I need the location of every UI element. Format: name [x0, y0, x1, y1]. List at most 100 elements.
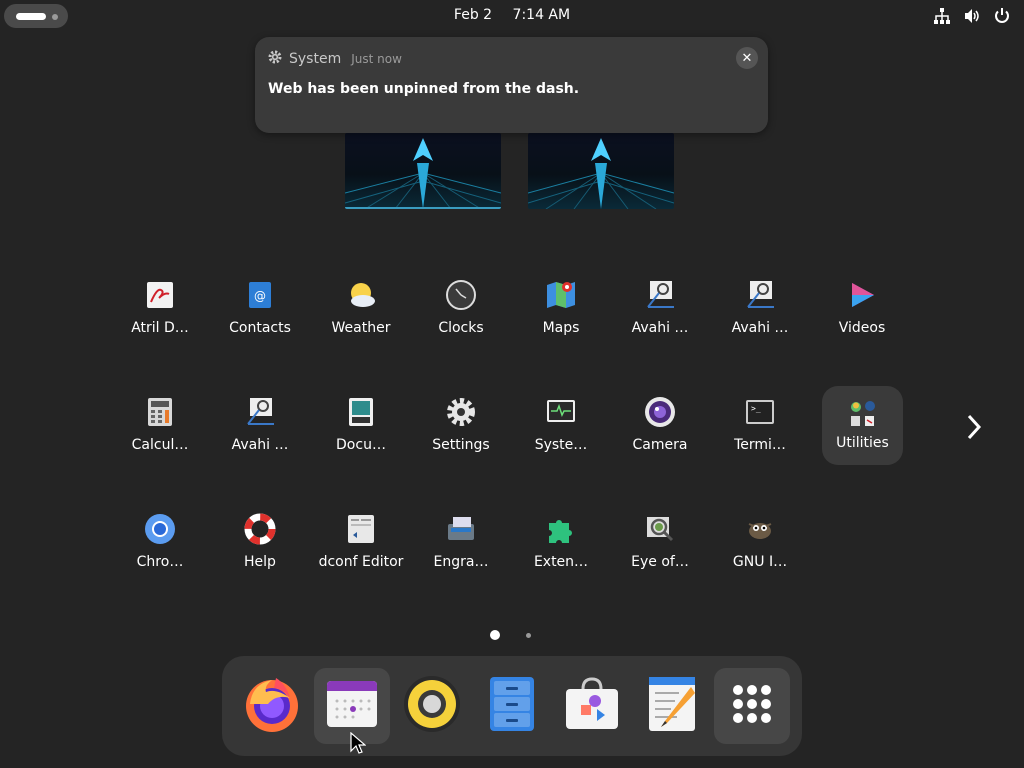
app-label: Engra…: [433, 554, 489, 570]
dconf-editor-icon: [345, 513, 377, 545]
app-label: Settings: [432, 437, 490, 453]
notification-banner[interactable]: System Just now Web has been unpinned fr…: [255, 37, 768, 133]
app-eye-of-gnome[interactable]: Eye of…: [610, 496, 710, 586]
system-tray[interactable]: [932, 6, 1012, 26]
power-icon[interactable]: [992, 6, 1012, 26]
settings-icon: [445, 396, 477, 428]
app-camera[interactable]: Camera: [610, 379, 710, 469]
app-label: Docu…: [336, 437, 386, 453]
app-label: Atril D…: [131, 320, 189, 336]
rhythmbox-icon: [402, 674, 462, 738]
engrampa-icon: [445, 513, 477, 545]
dock-firefox[interactable]: [234, 668, 310, 744]
dock-text-editor[interactable]: [634, 668, 710, 744]
top-bar: Feb 2 7:14 AM: [0, 0, 1024, 32]
notification-time: Just now: [351, 52, 402, 66]
app-system-monitor[interactable]: Syste…: [511, 379, 611, 469]
help-icon: [244, 513, 276, 545]
app-dconf-editor[interactable]: dconf Editor: [311, 496, 411, 586]
app-label: Calcul…: [131, 437, 189, 453]
extensions-icon: [545, 513, 577, 545]
camera-icon: [644, 396, 676, 428]
page-indicator-1[interactable]: [490, 630, 500, 640]
app-label: Clocks: [438, 320, 484, 336]
app-help[interactable]: Help: [210, 496, 310, 586]
weather-icon: [345, 279, 377, 311]
terminal-icon: >_: [744, 396, 776, 428]
app-settings[interactable]: Settings: [411, 379, 511, 469]
mouse-cursor-icon: [350, 731, 367, 758]
dock-files[interactable]: [474, 668, 550, 744]
gimp-icon: [744, 513, 776, 545]
app-label: Eye of…: [631, 554, 689, 570]
app-extensions[interactable]: Exten…: [511, 496, 611, 586]
system-monitor-icon: [545, 396, 577, 428]
workspace-thumbnail-2[interactable]: [528, 133, 674, 209]
firefox-icon: [242, 674, 302, 738]
app-label: Termi…: [734, 437, 786, 453]
app-clocks[interactable]: Clocks: [411, 262, 511, 352]
dock-rhythmbox[interactable]: [394, 668, 470, 744]
network-icon[interactable]: [932, 6, 952, 26]
dock-show-apps[interactable]: [714, 668, 790, 744]
notification-message: Web has been unpinned from the dash.: [268, 81, 580, 97]
svg-text:>_: >_: [751, 404, 761, 413]
close-icon[interactable]: ✕: [736, 47, 758, 69]
avahi-icon: [744, 279, 776, 311]
avahi-icon: [644, 279, 676, 311]
app-label: Avahi …: [631, 320, 689, 336]
page-indicator-2[interactable]: [526, 633, 531, 638]
videos-icon: [846, 279, 878, 311]
app-label: dconf Editor: [318, 554, 404, 570]
calculator-icon: [144, 396, 176, 428]
app-avahi-2[interactable]: Avahi …: [710, 262, 810, 352]
dock-software[interactable]: [554, 668, 630, 744]
utilities-folder[interactable]: Utilities: [822, 386, 903, 465]
app-chromium[interactable]: Chro…: [110, 496, 210, 586]
app-contacts[interactable]: @ Contacts: [210, 262, 310, 352]
app-avahi-1[interactable]: Avahi …: [610, 262, 710, 352]
app-document-scanner[interactable]: Docu…: [311, 379, 411, 469]
app-label: Videos: [838, 320, 886, 336]
app-engrampa[interactable]: Engra…: [411, 496, 511, 586]
app-label: Avahi …: [231, 437, 289, 453]
app-label: Help: [244, 554, 276, 570]
volume-icon[interactable]: [962, 6, 982, 26]
app-label: Utilities: [836, 435, 889, 451]
app-label: Weather: [331, 320, 391, 336]
app-label: Maps: [542, 320, 580, 336]
svg-text:@: @: [254, 289, 266, 303]
files-icon: [488, 675, 536, 737]
app-label: Chro…: [136, 554, 184, 570]
app-atril[interactable]: Atril D…: [110, 262, 210, 352]
atril-icon: [144, 279, 176, 311]
app-label: Exten…: [533, 554, 589, 570]
app-avahi-3[interactable]: Avahi …: [210, 379, 310, 469]
app-calculator[interactable]: Calcul…: [110, 379, 210, 469]
document-scanner-icon: [345, 396, 377, 428]
contacts-icon: @: [244, 279, 276, 311]
app-videos[interactable]: Videos: [812, 262, 912, 352]
maps-icon: [545, 279, 577, 311]
app-label: GNU I…: [732, 554, 788, 570]
notification-source: System: [289, 51, 342, 67]
chromium-icon: [144, 513, 176, 545]
clocks-icon: [445, 279, 477, 311]
app-label: Camera: [632, 437, 688, 453]
app-label: Contacts: [229, 320, 291, 336]
text-editor-icon: [645, 675, 699, 737]
app-label: Syste…: [534, 437, 588, 453]
date-label: Feb 2: [453, 7, 493, 23]
software-icon: [563, 675, 621, 737]
avahi-icon: [244, 396, 276, 428]
calendar-icon: [325, 677, 379, 735]
app-weather[interactable]: Weather: [311, 262, 411, 352]
app-gimp[interactable]: GNU I…: [710, 496, 810, 586]
workspace-thumbnail-1[interactable]: [345, 133, 501, 209]
app-maps[interactable]: Maps: [511, 262, 611, 352]
eye-of-gnome-icon: [644, 513, 676, 545]
app-terminal[interactable]: >_ Termi…: [710, 379, 810, 469]
chevron-right-icon[interactable]: [957, 407, 991, 447]
gear-icon: [267, 49, 283, 69]
date-time-menu[interactable]: Feb 2 7:14 AM: [0, 7, 1024, 23]
